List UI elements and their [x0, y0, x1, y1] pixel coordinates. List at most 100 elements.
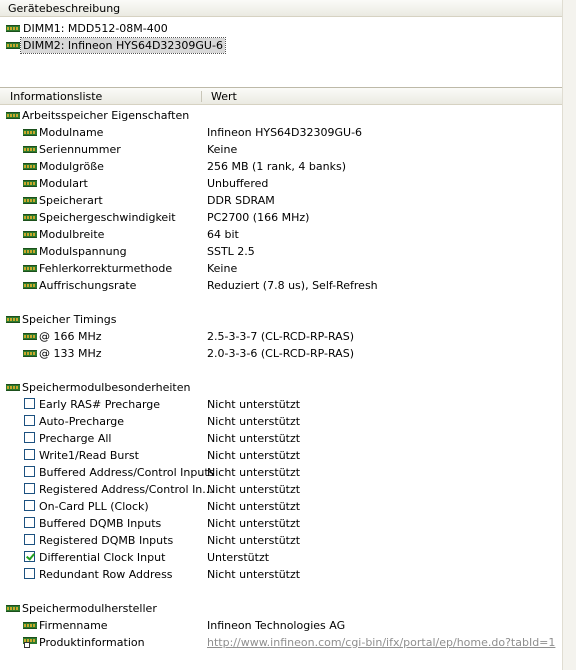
info-value: Nicht unterstützt — [207, 500, 301, 513]
info-row[interactable]: Write1/Read Burst Nicht unterstützt — [0, 447, 562, 464]
info-label: Buffered Address/Control Inputs — [39, 466, 215, 479]
info-row[interactable]: Firmenname Infineon Technologies AG — [0, 617, 562, 634]
info-label: Auffrischungsrate — [39, 279, 137, 292]
info-label: Fehlerkorrekturmethode — [39, 262, 173, 275]
info-row[interactable]: Modulname Infineon HYS64D32309GU-6 — [0, 124, 562, 141]
info-label: Modulart — [39, 177, 88, 190]
column-header-informationsliste[interactable]: Informationsliste — [0, 88, 102, 105]
info-row[interactable]: Precharge All Nicht unterstützt — [0, 430, 562, 447]
info-value: Nicht unterstützt — [207, 517, 301, 530]
device-column-header[interactable]: Gerätebeschreibung — [0, 0, 120, 17]
info-value: 256 MB (1 rank, 4 banks) — [207, 160, 346, 173]
checkbox-unchecked — [24, 517, 35, 528]
info-value: Nicht unterstützt — [207, 449, 301, 462]
product-info-link[interactable]: http://www.infineon.com/cgi-bin/ifx/port… — [207, 634, 555, 651]
info-row[interactable]: @ 166 MHz 2.5-3-3-7 (CL-RCD-RP-RAS) — [0, 328, 562, 345]
checkbox-unchecked — [24, 449, 35, 460]
info-row[interactable]: Registered Address/Control In... Nicht un… — [0, 481, 562, 498]
info-value: Nicht unterstützt — [207, 432, 301, 445]
info-label: Modulbreite — [39, 228, 105, 241]
info-row[interactable]: Modulspannung SSTL 2.5 — [0, 243, 562, 260]
info-value: Reduziert (7.8 us), Self-Refresh — [207, 279, 378, 292]
info-value: Keine — [207, 143, 238, 156]
memory-module-icon — [23, 129, 37, 136]
memory-module-icon — [23, 282, 37, 289]
info-label: Speicherart — [39, 194, 103, 207]
memory-module-icon — [23, 146, 37, 153]
info-label: Differential Clock Input — [39, 551, 166, 564]
vertical-scrollbar[interactable] — [562, 0, 576, 670]
info-row[interactable]: Buffered Address/Control Inputs Nicht unt… — [0, 464, 562, 481]
info-label: Modulname — [39, 126, 104, 139]
memory-module-icon — [23, 248, 37, 255]
group-title: Speichermodulbesonderheiten — [22, 381, 191, 394]
info-label: Registered Address/Control In... — [39, 483, 213, 496]
info-row[interactable]: Fehlerkorrekturmethode Keine — [0, 260, 562, 277]
memory-module-icon — [6, 42, 20, 49]
info-value: Nicht unterstützt — [207, 398, 301, 411]
info-row[interactable]: Modulbreite 64 bit — [0, 226, 562, 243]
memory-module-icon — [23, 163, 37, 170]
info-row[interactable]: Speicherart DDR SDRAM — [0, 192, 562, 209]
info-row[interactable]: Speichergeschwindigkeit PC2700 (166 MHz) — [0, 209, 562, 226]
info-row[interactable]: Registered DQMB Inputs Nicht unterstützt — [0, 532, 562, 549]
info-value: 2.5-3-3-7 (CL-RCD-RP-RAS) — [207, 330, 354, 343]
checkbox-unchecked — [24, 466, 35, 477]
info-label: Redundant Row Address — [39, 568, 173, 581]
group-header[interactable]: Speicher Timings — [0, 311, 562, 328]
info-label: @ 166 MHz — [39, 330, 102, 343]
info-row[interactable]: On-Card PLL (Clock) Nicht unterstützt — [0, 498, 562, 515]
memory-module-icon — [23, 265, 37, 272]
memory-module-icon — [6, 384, 20, 391]
info-row[interactable]: Redundant Row Address Nicht unterstützt — [0, 566, 562, 583]
checkbox-unchecked — [24, 500, 35, 511]
group-header[interactable]: Speichermodulhersteller — [0, 600, 562, 617]
info-row[interactable]: Modulgröße 256 MB (1 rank, 4 banks) — [0, 158, 562, 175]
info-row[interactable]: Differential Clock Input Unterstützt — [0, 549, 562, 566]
info-row[interactable]: Auto-Precharge Nicht unterstützt — [0, 413, 562, 430]
info-list-header[interactable]: Informationsliste Wert — [0, 88, 562, 105]
product-info-icon — [23, 637, 37, 648]
memory-module-icon — [23, 214, 37, 221]
info-label: Early RAS# Precharge — [39, 398, 161, 411]
memory-module-icon — [6, 25, 20, 32]
info-value: 2.0-3-3-6 (CL-RCD-RP-RAS) — [207, 347, 354, 360]
info-value: Nicht unterstützt — [207, 483, 301, 496]
device-item-label: DIMM2: Infineon HYS64D32309GU-6 — [20, 37, 226, 54]
device-list[interactable]: DIMM1: MDD512-08M-400 DIMM2: Infineon HY… — [0, 17, 562, 88]
info-label: Registered DQMB Inputs — [39, 534, 174, 547]
checkbox-unchecked — [24, 534, 35, 545]
group-header[interactable]: Speichermodulbesonderheiten — [0, 379, 562, 396]
checkbox-unchecked — [24, 483, 35, 494]
info-value: Infineon Technologies AG — [207, 619, 346, 632]
info-label: Auto-Precharge — [39, 415, 125, 428]
memory-module-icon — [23, 333, 37, 340]
info-row[interactable]: Produktinformation http://www.infineon.co… — [0, 634, 562, 651]
checkbox-unchecked — [24, 432, 35, 443]
group-header[interactable]: Arbeitsspeicher Eigenschaften — [0, 107, 562, 124]
info-row[interactable]: Buffered DQMB Inputs Nicht unterstützt — [0, 515, 562, 532]
memory-module-icon — [23, 197, 37, 204]
info-value: Unbuffered — [207, 177, 269, 190]
checkbox-checked — [24, 551, 35, 562]
group-title: Speicher Timings — [22, 313, 117, 326]
info-label: Write1/Read Burst — [39, 449, 139, 462]
info-label: Firmenname — [39, 619, 108, 632]
info-row[interactable]: Early RAS# Precharge Nicht unterstützt — [0, 396, 562, 413]
memory-module-icon — [6, 316, 20, 323]
device-list-header[interactable]: Gerätebeschreibung — [0, 0, 562, 17]
memory-module-icon — [6, 605, 20, 612]
info-label: Seriennummer — [39, 143, 121, 156]
info-value: SSTL 2.5 — [207, 245, 255, 258]
memory-module-icon — [23, 622, 37, 629]
column-header-wert[interactable]: Wert — [201, 88, 237, 105]
info-value: Nicht unterstützt — [207, 466, 301, 479]
info-row[interactable]: Seriennummer Keine — [0, 141, 562, 158]
info-row[interactable]: Auffrischungsrate Reduziert (7.8 us), Sel… — [0, 277, 562, 294]
info-value: Unterstützt — [207, 551, 270, 564]
group-title: Arbeitsspeicher Eigenschaften — [22, 109, 190, 122]
info-row[interactable]: Modulart Unbuffered — [0, 175, 562, 192]
info-label: Modulgröße — [39, 160, 104, 173]
info-row[interactable]: @ 133 MHz 2.0-3-3-6 (CL-RCD-RP-RAS) — [0, 345, 562, 362]
info-value: 64 bit — [207, 228, 239, 241]
